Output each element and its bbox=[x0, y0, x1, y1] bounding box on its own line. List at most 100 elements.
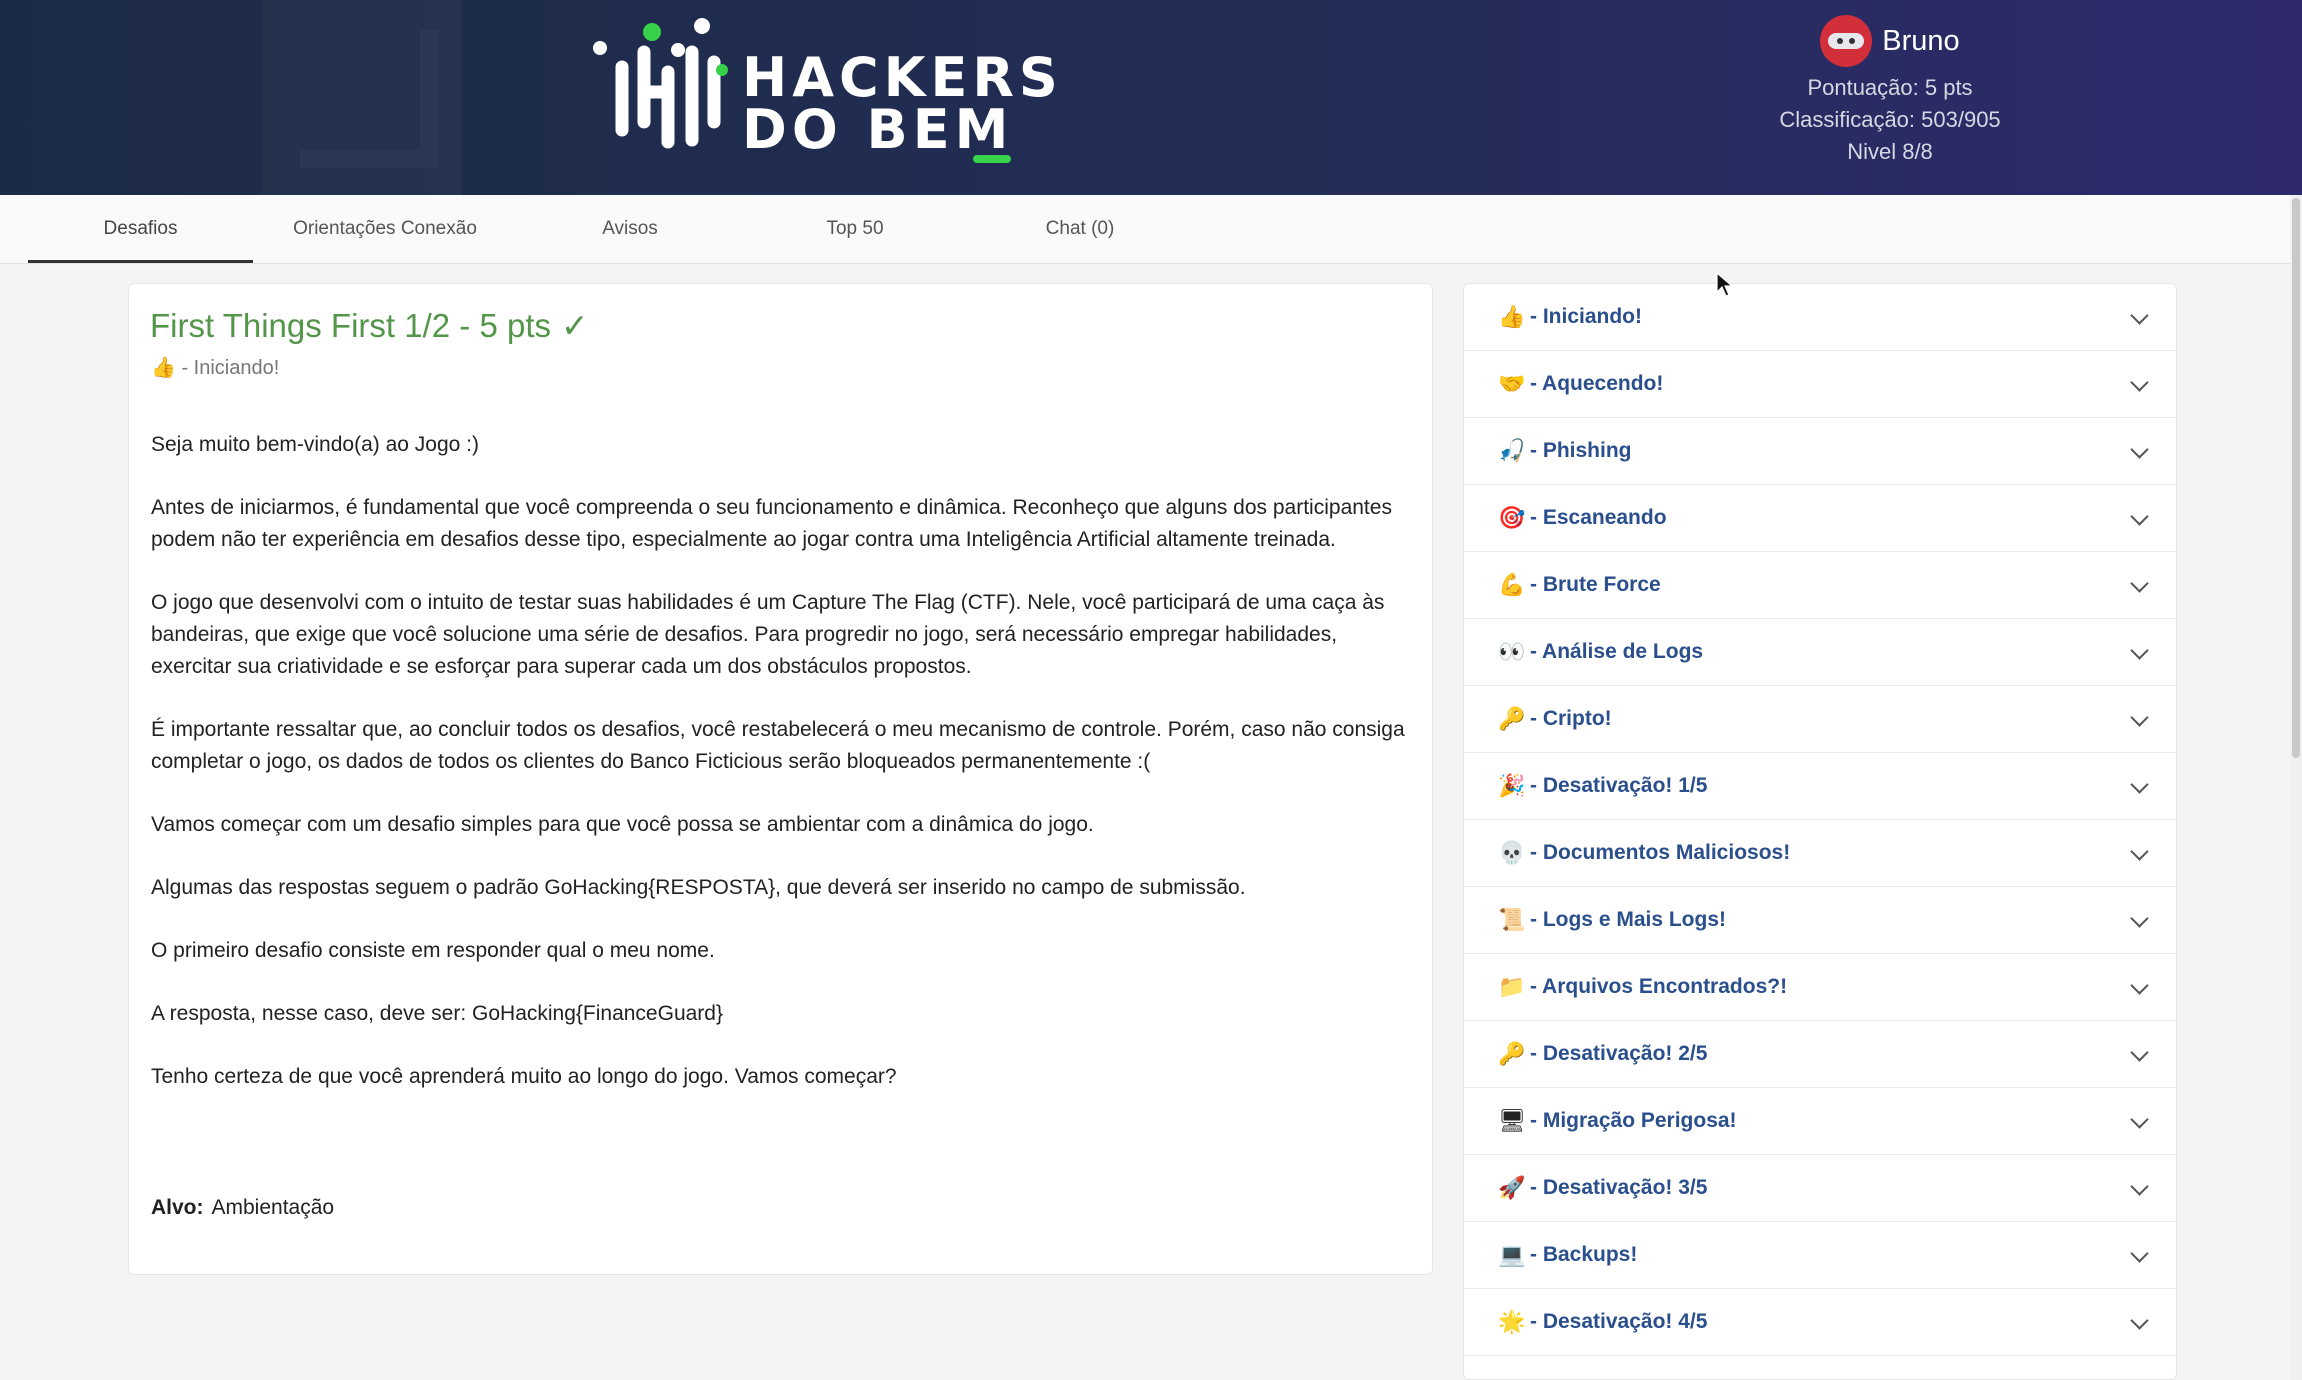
tab-desafios[interactable]: Desafios bbox=[28, 195, 253, 263]
avatar-visor bbox=[1828, 33, 1865, 49]
description-paragraph: Tenho certeza de que você aprenderá muit… bbox=[151, 1065, 897, 1088]
flexed-arm-icon: 💪 bbox=[1498, 572, 1526, 597]
eyes-icon: 👀 bbox=[1498, 639, 1526, 664]
chevron-down-icon[interactable] bbox=[2130, 708, 2149, 727]
category-desativacao-3[interactable]: 🚀 - Desativação! 3/5 bbox=[1464, 1155, 2176, 1222]
desktop-computer-icon: 🖥 bbox=[1498, 1108, 1526, 1133]
challenge-title: First Things First 1/2 - 5 pts ✓ bbox=[150, 306, 589, 345]
chevron-down-icon[interactable] bbox=[2130, 507, 2149, 526]
tab-orientacoes-conexao[interactable]: Orientações Conexão bbox=[270, 195, 500, 263]
user-score: Pontuação: 5 pts bbox=[1807, 75, 1973, 100]
description-paragraph: O primeiro desafio consiste em responder… bbox=[151, 939, 715, 962]
logo-text: HACKERS DO BEM bbox=[742, 46, 1063, 161]
user-name[interactable]: Bruno bbox=[1882, 25, 1959, 58]
category-logs-e-mais-logs[interactable]: 📜 - Logs e Mais Logs! bbox=[1464, 887, 2176, 954]
category-escaneando[interactable]: 🎯 - Escaneando bbox=[1464, 485, 2176, 552]
category-documentos-maliciosos[interactable]: 💀 - Documentos Maliciosos! bbox=[1464, 820, 2176, 887]
top-header: HACKERS DO BEM Bruno Pontuação: 5 pts Cl… bbox=[0, 0, 2302, 195]
category-label: - Logs e Mais Logs! bbox=[1530, 908, 1727, 931]
chevron-down-icon[interactable] bbox=[2130, 1110, 2149, 1129]
chevron-down-icon[interactable] bbox=[2130, 306, 2149, 325]
key-icon: 🔑 bbox=[1498, 1041, 1526, 1066]
category-label: - Brute Force bbox=[1530, 573, 1661, 596]
solved-check-icon: ✓ bbox=[561, 307, 589, 344]
challenge-description: Seja muito bem-vindo(a) ao Jogo :) Antes… bbox=[151, 429, 1411, 1124]
chevron-down-icon[interactable] bbox=[2130, 909, 2149, 928]
category-label: - Arquivos Encontrados?! bbox=[1530, 975, 1788, 998]
category-cripto[interactable]: 🔑 - Cripto! bbox=[1464, 686, 2176, 753]
avatar[interactable] bbox=[1820, 15, 1873, 67]
mouse-cursor-icon bbox=[1716, 272, 1734, 297]
description-paragraph: A resposta, nesse caso, deve ser: GoHack… bbox=[151, 1002, 723, 1025]
handshake-icon: 🤝 bbox=[1498, 371, 1526, 396]
category-label: - Backups! bbox=[1530, 1243, 1638, 1266]
category-backups[interactable]: 💻 - Backups! bbox=[1464, 1222, 2176, 1289]
chevron-down-icon[interactable] bbox=[2130, 440, 2149, 459]
category-desativacao-1[interactable]: 🎉 - Desativação! 1/5 bbox=[1464, 753, 2176, 820]
category-label: - Iniciando! bbox=[1530, 305, 1642, 328]
party-popper-icon: 🎉 bbox=[1498, 773, 1526, 798]
challenge-title-text: First Things First 1/2 - 5 pts bbox=[150, 307, 551, 344]
category-label: - Desativação! 1/5 bbox=[1530, 774, 1708, 797]
category-phishing[interactable]: 🎣 - Phishing bbox=[1464, 418, 2176, 485]
category-label: - Aquecendo! bbox=[1530, 372, 1664, 395]
tab-top-50[interactable]: Top 50 bbox=[745, 195, 965, 263]
category-desativacao-4[interactable]: 🌟 - Desativação! 4/5 bbox=[1464, 1289, 2176, 1356]
rocket-icon: 🚀 bbox=[1498, 1175, 1526, 1200]
category-analise-de-logs[interactable]: 👀 - Análise de Logs bbox=[1464, 619, 2176, 686]
category-label: - Escaneando bbox=[1530, 506, 1667, 529]
folder-icon: 📁 bbox=[1498, 974, 1526, 999]
category-desativacao-2[interactable]: 🔑 - Desativação! 2/5 bbox=[1464, 1021, 2176, 1088]
description-paragraph: Seja muito bem-vindo(a) ao Jogo :) bbox=[151, 433, 479, 456]
challenge-target: Alvo: Ambientação bbox=[151, 1196, 334, 1220]
scroll-icon: 📜 bbox=[1498, 907, 1526, 932]
target-label: Alvo: bbox=[151, 1196, 204, 1219]
user-profile[interactable]: Bruno bbox=[1760, 10, 2020, 72]
chevron-down-icon[interactable] bbox=[2130, 976, 2149, 995]
chevron-down-icon[interactable] bbox=[2130, 1177, 2149, 1196]
target-icon: 🎯 bbox=[1498, 505, 1526, 530]
user-rank: Classificação: 503/905 bbox=[1779, 107, 2001, 132]
chevron-down-icon[interactable] bbox=[2130, 373, 2149, 392]
challenge-category: 👍 - Iniciando! bbox=[151, 355, 279, 380]
chevron-down-icon[interactable] bbox=[2130, 1043, 2149, 1062]
category-arquivos-encontrados[interactable]: 📁 - Arquivos Encontrados?! bbox=[1464, 954, 2176, 1021]
key-icon: 🔑 bbox=[1498, 706, 1526, 731]
chevron-down-icon[interactable] bbox=[2130, 842, 2149, 861]
scrollbar-thumb[interactable] bbox=[2292, 198, 2300, 758]
header-decoration-shape bbox=[300, 30, 438, 168]
challenge-category-label: - Iniciando! bbox=[175, 357, 280, 379]
skull-icon: 💀 bbox=[1498, 840, 1526, 865]
logo-underline bbox=[973, 155, 1011, 163]
category-label: - Cripto! bbox=[1530, 707, 1612, 730]
chevron-down-icon[interactable] bbox=[2130, 1311, 2149, 1330]
description-paragraph: É importante ressaltar que, ao concluir … bbox=[151, 718, 1405, 773]
target-value: Ambientação bbox=[211, 1196, 335, 1219]
chevron-down-icon[interactable] bbox=[2130, 574, 2149, 593]
category-migracao-perigosa[interactable]: 🖥 - Migração Perigosa! bbox=[1464, 1088, 2176, 1155]
glowing-star-icon: 🌟 bbox=[1498, 1309, 1526, 1334]
tab-bar: Desafios Orientações Conexão Avisos Top … bbox=[0, 195, 2302, 264]
tab-avisos[interactable]: Avisos bbox=[520, 195, 740, 263]
chevron-down-icon[interactable] bbox=[2130, 1244, 2149, 1263]
category-aquecendo[interactable]: 🤝 - Aquecendo! bbox=[1464, 351, 2176, 418]
category-label: - Desativação! 4/5 bbox=[1530, 1310, 1708, 1333]
category-iniciando[interactable]: 👍 - Iniciando! bbox=[1464, 284, 2176, 351]
logo-line-2: DO BEM bbox=[742, 98, 1014, 161]
tab-chat[interactable]: Chat (0) bbox=[970, 195, 1190, 263]
category-accordion: 👍 - Iniciando! 🤝 - Aquecendo! 🎣 - Phishing … bbox=[1463, 283, 2177, 1380]
laptop-icon: 💻 bbox=[1498, 1242, 1526, 1267]
logo-line-1: HACKERS bbox=[742, 46, 1063, 109]
category-label: - Migração Perigosa! bbox=[1530, 1109, 1737, 1132]
thumbs-up-icon: 👍 bbox=[151, 357, 176, 379]
user-info: Bruno Pontuação: 5 pts Classificação: 50… bbox=[1760, 10, 2020, 168]
chevron-down-icon[interactable] bbox=[2130, 775, 2149, 794]
category-brute-force[interactable]: 💪 - Brute Force bbox=[1464, 552, 2176, 619]
chevron-down-icon[interactable] bbox=[2130, 641, 2149, 660]
description-paragraph: O jogo que desenvolvi com o intuito de t… bbox=[151, 591, 1385, 678]
category-label: - Documentos Maliciosos! bbox=[1530, 841, 1791, 864]
category-label: - Phishing bbox=[1530, 439, 1632, 462]
description-paragraph: Antes de iniciarmos, é fundamental que v… bbox=[151, 496, 1392, 551]
thumbs-up-icon: 👍 bbox=[1498, 304, 1526, 329]
challenge-card: First Things First 1/2 - 5 pts ✓ 👍 - Inic… bbox=[128, 283, 1433, 1275]
